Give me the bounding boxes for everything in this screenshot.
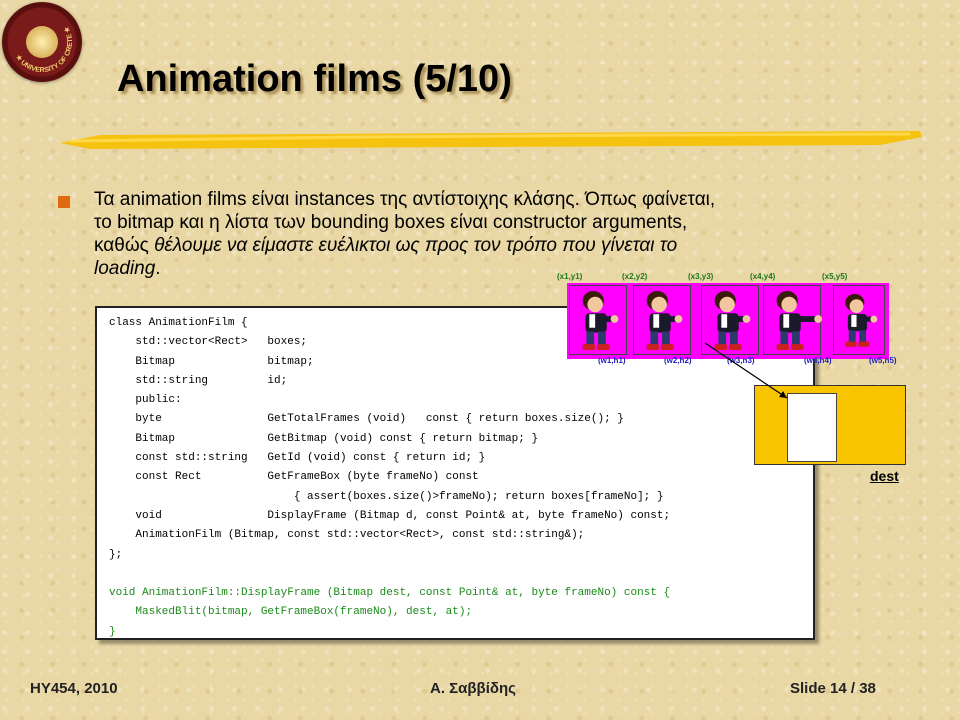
sprite-size-label: (w5,h5) (869, 356, 897, 365)
character-sprite-icon (845, 294, 878, 347)
bullet-line-4-italic: loading (94, 258, 156, 279)
code-line: void DisplayFrame (Bitmap d, const Point… (109, 509, 671, 522)
page-title: Animation films (5/10) (117, 58, 512, 100)
footer-slide-number: Slide 14 / 38 (790, 680, 876, 697)
code-line: byte GetTotalFrames (void) const { retur… (109, 413, 624, 426)
title-underline-bar (60, 131, 922, 149)
code-line: MaskedBlit(bitmap, GetFrameBox(frameNo),… (109, 606, 473, 619)
footer-course: HY454, 2010 (30, 680, 118, 697)
bullet-marker (58, 196, 70, 208)
bullet-line-4: loading. (94, 257, 914, 280)
dest-frame-window (787, 393, 837, 462)
sprite-size-label: (w1,h1) (598, 356, 626, 365)
sprite-position-label: (x4,y4) (750, 272, 776, 281)
seal-text-ring: ★ UNIVERSITY OF CRETE ★ (14, 25, 74, 75)
code-line: AnimationFilm (Bitmap, const std::vector… (109, 529, 585, 542)
code-line: void AnimationFilm::DisplayFrame (Bitmap… (109, 587, 671, 600)
dest-label: dest (870, 468, 899, 484)
sprite-position-label: (x5,y5) (822, 272, 848, 281)
sprite-position-label: (x3,y3) (688, 272, 714, 281)
svg-text:★ UNIVERSITY OF CRETE ★: ★ UNIVERSITY OF CRETE ★ (14, 25, 74, 75)
sprite-frame (763, 285, 822, 355)
bullet-line-3-italic: θέλουμε να είμαστε ευέλικτοι ως προς τον… (154, 235, 678, 256)
sprite-position-label: (x1,y1) (557, 272, 583, 281)
code-line: }; (109, 548, 123, 561)
character-sprite-icon (582, 291, 619, 350)
bullet-line-2: το bitmap και η λίστα των bounding boxes… (94, 212, 688, 233)
code-line: } (109, 625, 116, 638)
character-sprite-icon (776, 291, 822, 350)
bullet-text: Τα animation films είναι instances της α… (94, 188, 914, 280)
sprite-frame (701, 285, 759, 355)
bullet-line-3-normal: καθώς (94, 235, 155, 256)
sprite-size-label: (w4,h4) (804, 356, 832, 365)
sprite-frame (569, 285, 627, 355)
code-line: Bitmap GetBitmap (void) const { return b… (109, 432, 539, 445)
sprite-frame (833, 285, 885, 355)
code-line: public: (109, 394, 182, 407)
code-line: std::string id; (109, 374, 288, 387)
sprite-sheet (567, 283, 889, 359)
bullet-line-1: Τα animation films είναι instances της α… (94, 189, 716, 210)
character-sprite-icon (646, 291, 683, 350)
sprite-position-label: (x2,y2) (622, 272, 648, 281)
university-seal-icon: ★ UNIVERSITY OF CRETE ★ (2, 2, 82, 82)
sprite-frame (633, 285, 691, 355)
code-line: const std::string GetId (void) const { r… (109, 452, 486, 465)
sprite-size-label: (w2,h2) (664, 356, 692, 365)
bullet-line-3: καθώς θέλουμε να είμαστε ευέλικτοι ως πρ… (94, 234, 914, 257)
code-line: { assert(boxes.size()>frameNo); return b… (109, 490, 664, 503)
sprite-size-label: (w3,h3) (727, 356, 755, 365)
code-line: const Rect GetFrameBox (byte frameNo) co… (109, 471, 479, 484)
footer-author: Α. Σαββίδης (430, 680, 516, 697)
character-sprite-icon (714, 291, 751, 350)
bullet-line-4-end: . (155, 258, 161, 279)
